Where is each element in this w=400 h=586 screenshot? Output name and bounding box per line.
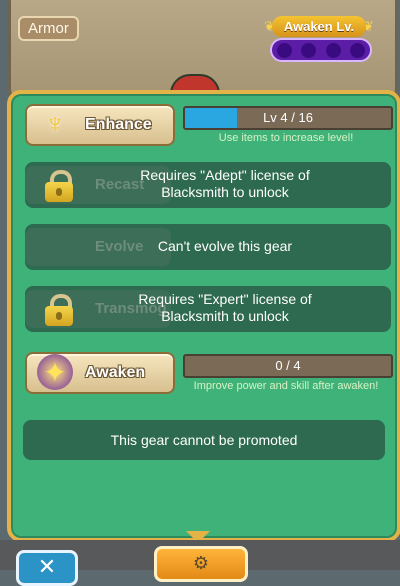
awaken-slot (276, 42, 292, 58)
lock-icon (45, 170, 73, 202)
transmog-locked-card: Transmog Requires "Expert" license of Bl… (25, 286, 391, 332)
gear-options-panel: ♆ Enhance Lv 4 / 16 Use items to increas… (7, 90, 400, 542)
close-button[interactable]: ✕ (16, 550, 78, 586)
recast-lock-message: Requires "Adept" license of Blacksmith t… (140, 167, 310, 200)
enhance-hint: Use items to increase level! (218, 132, 354, 144)
evolve-message: Can't evolve this gear (157, 238, 293, 254)
evolve-disabled-card: Evolve Can't evolve this gear (25, 224, 391, 270)
awaken-slot (301, 42, 317, 58)
enhance-progress-text: Lv 4 / 16 (263, 110, 313, 125)
awaken-level-badge: ❦ ❦ Awaken Lv. (264, 16, 374, 64)
awaken-level-title: Awaken Lv. (272, 16, 366, 37)
gear-item-button[interactable]: ⚙ (154, 546, 248, 582)
awaken-button[interactable]: ✦ Awaken (25, 352, 175, 394)
awaken-progress-text: 0 / 4 (275, 358, 301, 373)
enhance-progress-bar: Lv 4 / 16 (183, 106, 393, 130)
gear-item-icon: ⚙ (192, 553, 210, 573)
awaken-star-icon: ✦ (37, 354, 73, 390)
promote-message-card: This gear cannot be promoted (23, 420, 385, 460)
close-icon: ✕ (37, 554, 57, 579)
trident-icon: ♆ (44, 108, 66, 139)
enhance-button[interactable]: ♆ Enhance (25, 104, 175, 146)
awaken-button-label: Awaken (85, 364, 146, 381)
awaken-level-slots (270, 38, 372, 62)
awaken-hint: Improve power and skill after awaken! (193, 380, 379, 392)
category-tag: Armor (18, 16, 79, 41)
recast-locked-card: Recast Requires "Adept" license of Black… (25, 162, 391, 208)
awaken-slot (325, 42, 341, 58)
awaken-progress-bar: 0 / 4 (183, 354, 393, 378)
lock-icon (45, 294, 73, 326)
awaken-slot (350, 42, 366, 58)
enhance-button-label: Enhance (85, 116, 152, 133)
transmog-lock-message: Requires "Expert" license of Blacksmith … (138, 291, 312, 324)
